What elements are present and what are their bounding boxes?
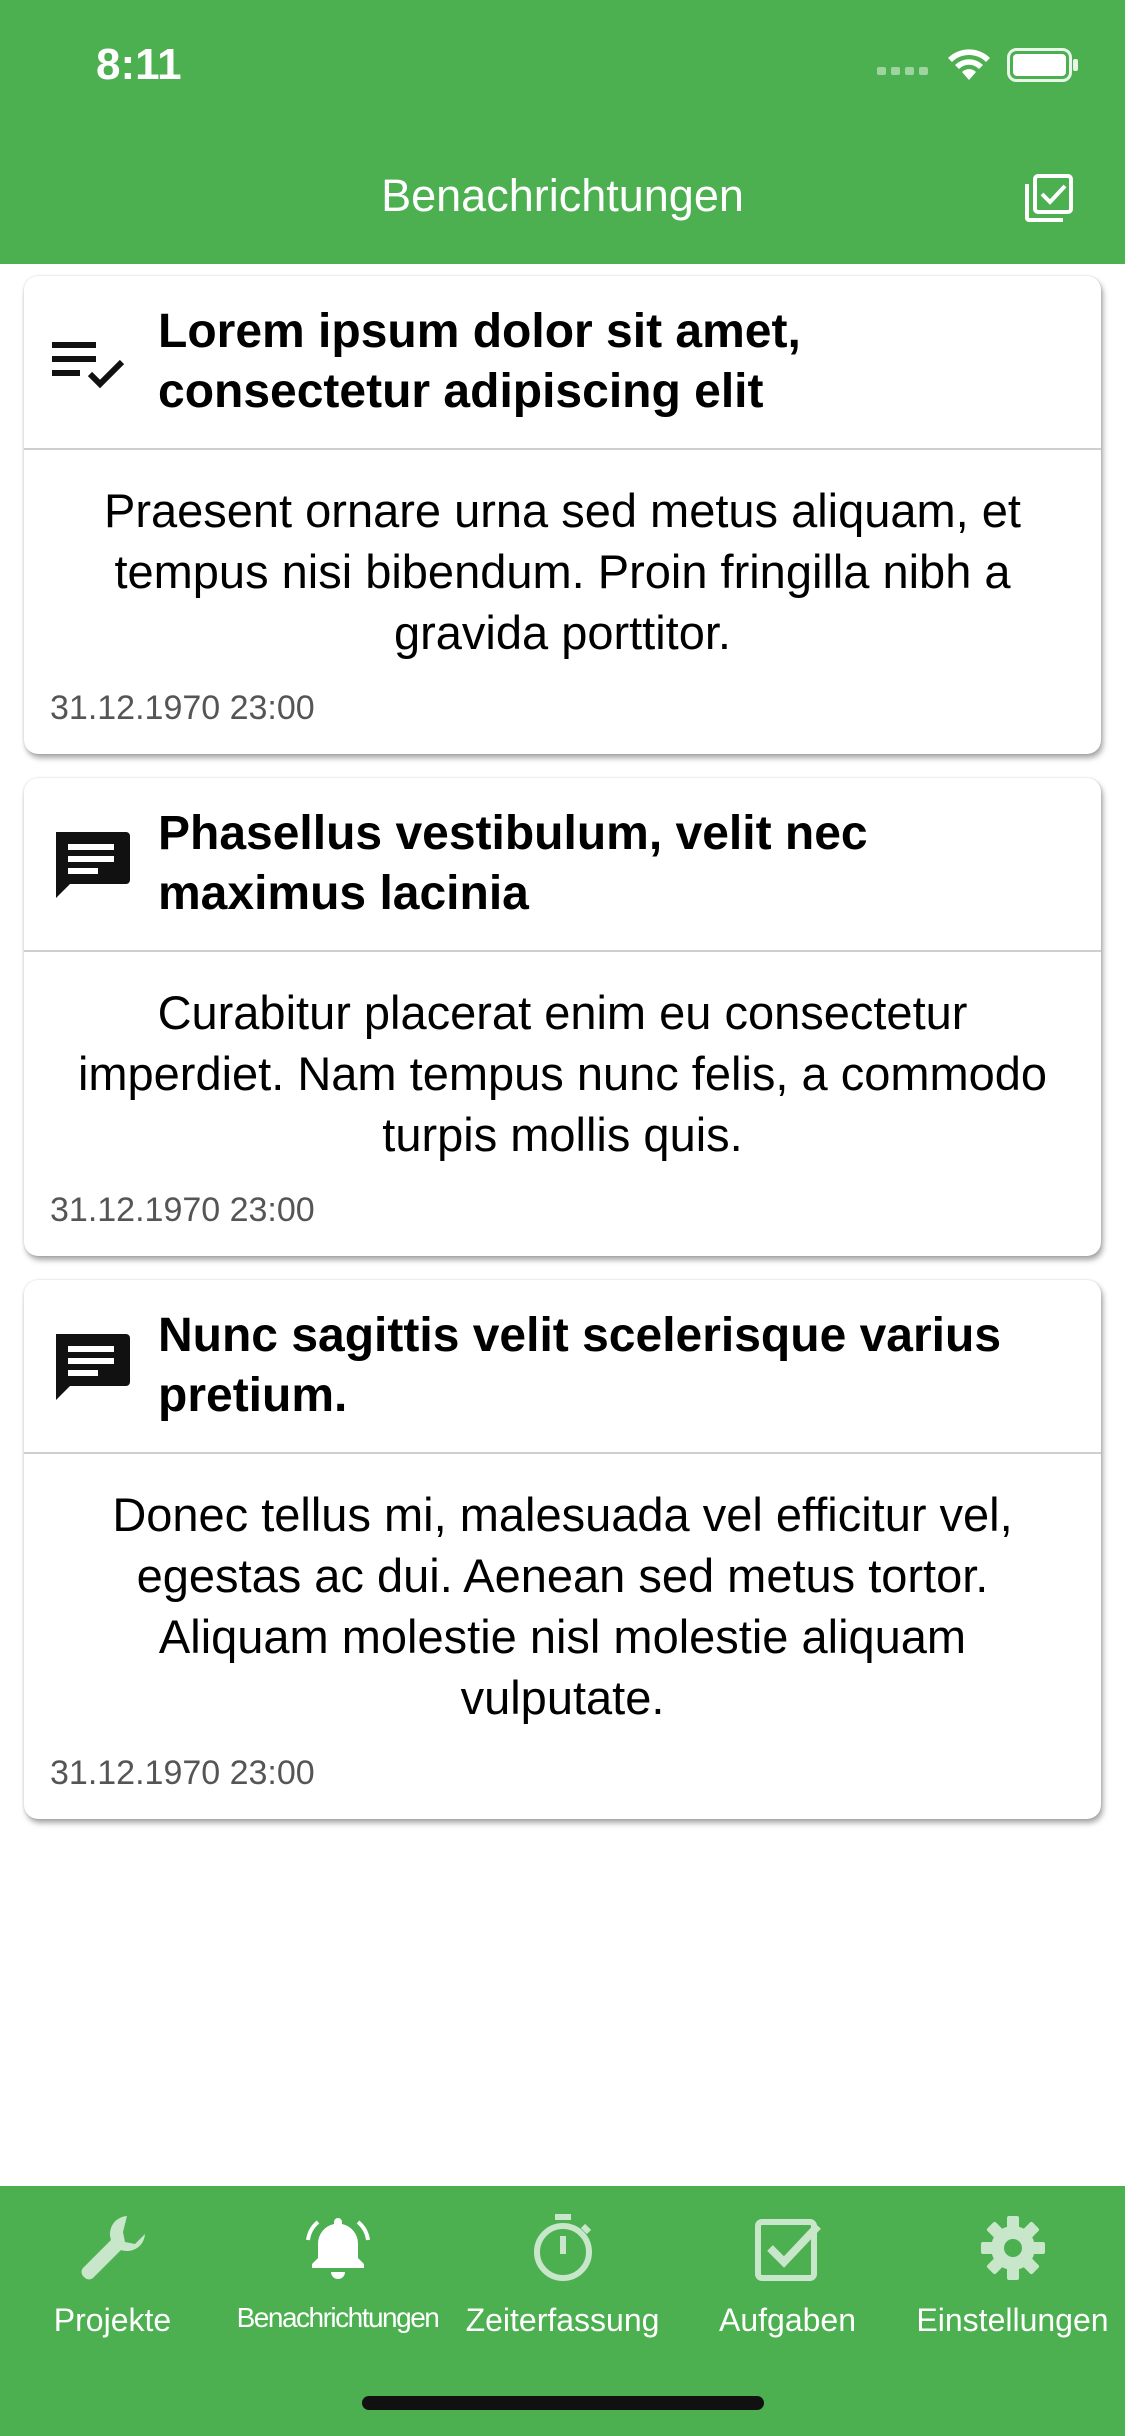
notification-header: Nunc sagittis velit scelerisque varius p… [24, 1280, 1101, 1454]
notification-header: Lorem ipsum dolor sit amet, consectetur … [24, 276, 1101, 450]
notification-date: 31.12.1970 23:00 [50, 689, 315, 727]
gear-icon [973, 2208, 1053, 2288]
tab-zeiterfassung[interactable]: Zeiterfassung [450, 2208, 675, 2339]
message-icon [50, 822, 134, 906]
tab-label: Einstellungen [916, 2302, 1109, 2338]
battery-icon [1007, 48, 1078, 82]
tab-label: Aufgaben [718, 2302, 856, 2338]
home-indicator[interactable] [362, 2396, 764, 2410]
tab-projekte[interactable]: Projekte [0, 2208, 225, 2339]
notification-title: Nunc sagittis velit scelerisque varius p… [158, 1309, 1002, 1422]
notification-list: Lorem ipsum dolor sit amet, consectetur … [24, 276, 1101, 1843]
wrench-icon [73, 2208, 153, 2288]
checkbox-icon [748, 2208, 828, 2288]
notification-title: Phasellus vestibulum, velit nec maximus … [158, 807, 868, 920]
bell-icon [298, 2208, 378, 2288]
tab-label: Zeiterfassung [465, 2302, 660, 2338]
notification-date: 31.12.1970 23:00 [50, 1754, 315, 1792]
tab-einstellungen[interactable]: Einstellungen [900, 2208, 1125, 2339]
notification-card[interactable]: Nunc sagittis velit scelerisque varius p… [24, 1280, 1101, 1819]
status-icons [877, 48, 1079, 82]
notification-card[interactable]: Phasellus vestibulum, velit nec maximus … [24, 778, 1101, 1256]
checklist-icon [50, 320, 134, 404]
stopwatch-icon [523, 2208, 603, 2288]
mark-all-read-button[interactable] [1021, 170, 1077, 226]
notification-body: Donec tellus mi, malesuada vel efficitur… [112, 1488, 1013, 1724]
notification-header: Phasellus vestibulum, velit nec maximus … [24, 778, 1101, 952]
message-icon [50, 1324, 134, 1408]
tab-aufgaben[interactable]: Aufgaben [675, 2208, 900, 2339]
notification-date: 31.12.1970 23:00 [50, 1191, 315, 1229]
app-header: 8:11 Benachrichtungen [0, 0, 1125, 264]
tab-label: Projekte [53, 2302, 172, 2338]
notification-body: Curabitur placerat enim eu consectetur i… [77, 986, 1048, 1161]
notification-body: Praesent ornare urna sed metus aliquam, … [103, 484, 1021, 659]
tab-label: Benachrichtungen [236, 2302, 440, 2333]
status-time: 8:11 [96, 40, 182, 89]
page-title: Benachrichtungen [381, 170, 744, 221]
wifi-icon [948, 49, 990, 80]
notification-card[interactable]: Lorem ipsum dolor sit amet, consectetur … [24, 276, 1101, 754]
cellular-signal-icon [877, 67, 928, 75]
mark-all-read-icon [1025, 174, 1073, 222]
notification-title: Lorem ipsum dolor sit amet, consectetur … [158, 305, 801, 418]
tab-benachrichtungen[interactable]: Benachrichtungen [225, 2208, 450, 2334]
